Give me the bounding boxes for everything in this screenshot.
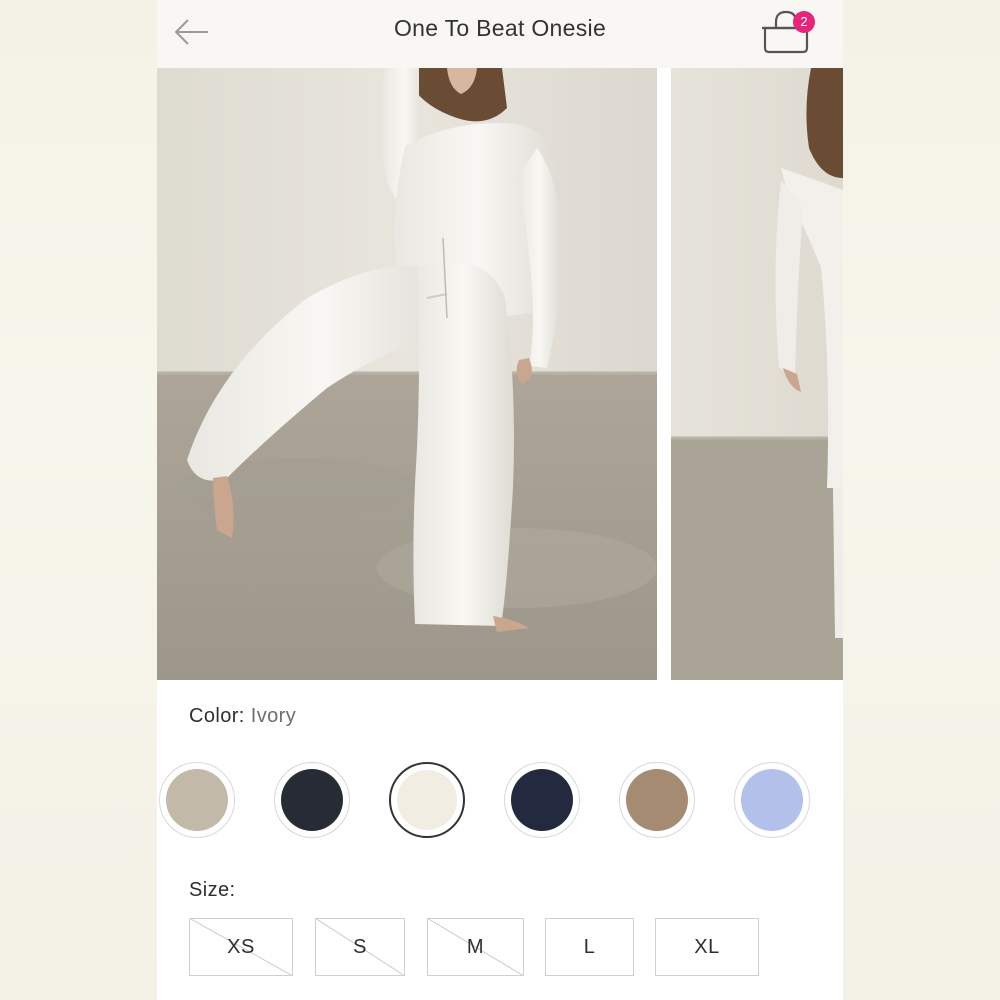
- black-swatch[interactable]: [274, 762, 350, 838]
- color-selector-label: Color: Ivory: [189, 705, 296, 728]
- size-option-label: M: [466, 936, 485, 958]
- camel-swatch-fill: [626, 769, 688, 831]
- taupe-swatch-fill: [166, 769, 228, 831]
- size-option-xs[interactable]: XS: [189, 918, 293, 976]
- size-option-xl[interactable]: XL: [655, 918, 759, 976]
- product-image-carousel[interactable]: [157, 68, 843, 680]
- taupe-swatch[interactable]: [159, 762, 235, 838]
- top-bar: One To Beat Onesie 2: [157, 0, 843, 68]
- product-photo-main[interactable]: [157, 68, 657, 680]
- navy-swatch[interactable]: [504, 762, 580, 838]
- size-option-label: L: [583, 936, 596, 958]
- lavender-swatch-fill: [741, 769, 803, 831]
- product-screen: One To Beat Onesie 2 Color: Ivory Size: …: [157, 0, 843, 1000]
- size-option-l[interactable]: L: [545, 918, 634, 976]
- back-button[interactable]: [171, 14, 211, 50]
- ivory-swatch-fill: [397, 770, 457, 830]
- size-option-label: S: [353, 936, 367, 958]
- size-option-label: XS: [227, 936, 255, 958]
- size-option-s[interactable]: S: [315, 918, 405, 976]
- camel-swatch[interactable]: [619, 762, 695, 838]
- size-label: Size:: [189, 879, 236, 901]
- lavender-swatch[interactable]: [734, 762, 810, 838]
- product-photo-secondary[interactable]: [671, 68, 843, 680]
- right-backdrop: [843, 0, 1000, 1000]
- ivory-swatch[interactable]: [389, 762, 465, 838]
- arrow-left-icon: [174, 19, 208, 45]
- color-label: Color:: [189, 705, 245, 727]
- size-option-label: XL: [694, 936, 720, 958]
- page-title: One To Beat Onesie: [393, 15, 607, 41]
- size-option-m[interactable]: M: [427, 918, 524, 976]
- cart-count-badge: 2: [793, 11, 815, 33]
- selected-color-value: Ivory: [250, 705, 297, 727]
- left-backdrop: [0, 0, 157, 1000]
- navy-swatch-fill: [511, 769, 573, 831]
- color-swatches: [157, 762, 843, 842]
- black-swatch-fill: [281, 769, 343, 831]
